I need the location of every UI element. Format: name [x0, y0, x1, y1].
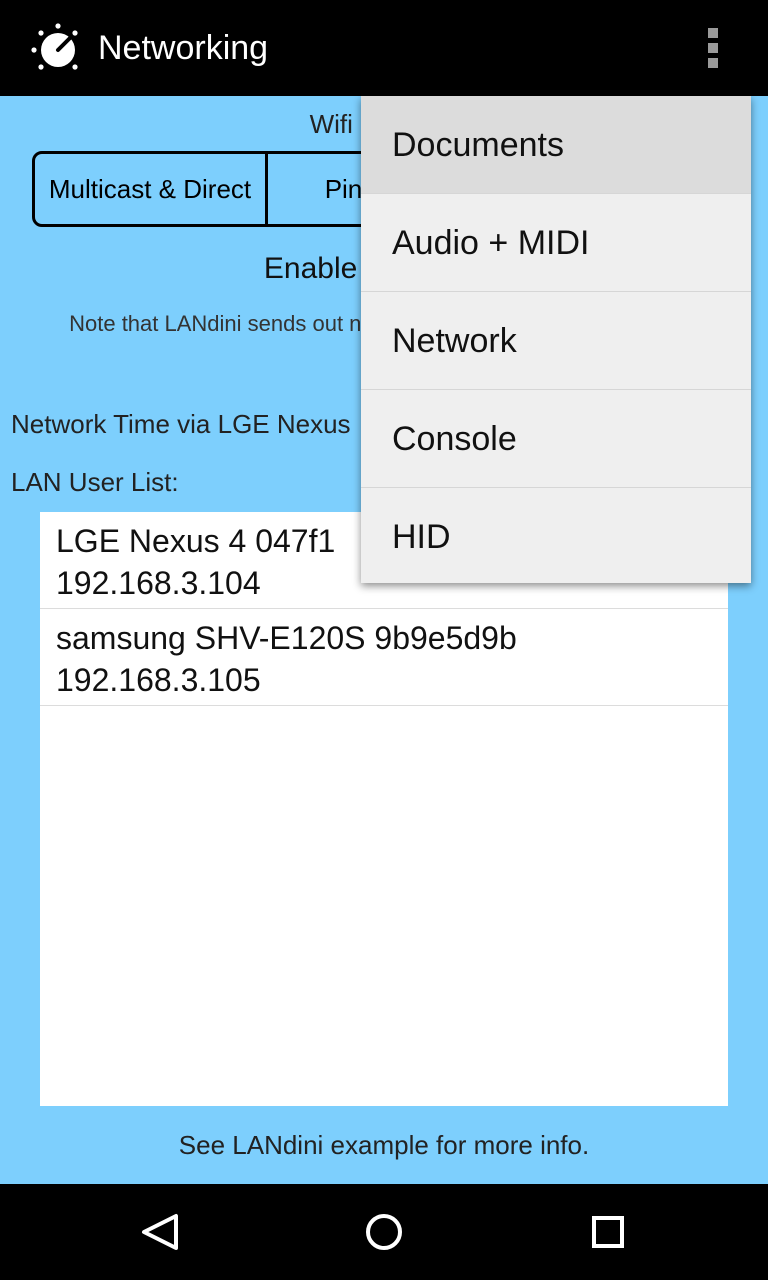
- lan-user-list[interactable]: LGE Nexus 4 047f1 192.168.3.104 samsung …: [40, 512, 728, 1106]
- user-name: samsung SHV-E120S 9b9e5d9b: [56, 620, 517, 656]
- network-time-label: Network Time via LGE Nexus: [11, 409, 351, 439]
- more-vertical-icon[interactable]: [688, 24, 736, 72]
- lan-user-list-label: LAN User List:: [11, 467, 179, 497]
- overflow-menu: Documents Audio + MIDI Network Console H…: [361, 96, 751, 583]
- menu-item-hid[interactable]: HID: [361, 488, 751, 586]
- back-triangle-icon[interactable]: [136, 1208, 184, 1256]
- app-bar: Networking: [0, 0, 768, 96]
- menu-item-audio-midi[interactable]: Audio + MIDI: [361, 194, 751, 292]
- segment-multicast-direct[interactable]: Multicast & Direct: [35, 154, 265, 224]
- system-nav-bar: [0, 1184, 768, 1280]
- footer-info: See LANdini example for more info.: [178, 1130, 590, 1160]
- menu-item-documents[interactable]: Documents: [361, 96, 751, 194]
- menu-item-network[interactable]: Network: [361, 292, 751, 390]
- menu-item-console[interactable]: Console: [361, 390, 751, 488]
- recents-square-icon[interactable]: [584, 1208, 632, 1256]
- list-item[interactable]: samsung SHV-E120S 9b9e5d9b 192.168.3.105: [40, 609, 728, 706]
- home-circle-icon[interactable]: [360, 1208, 408, 1256]
- dial-knob-icon[interactable]: [26, 20, 82, 76]
- user-ip: 192.168.3.105: [56, 662, 261, 698]
- page-title: Networking: [98, 29, 269, 67]
